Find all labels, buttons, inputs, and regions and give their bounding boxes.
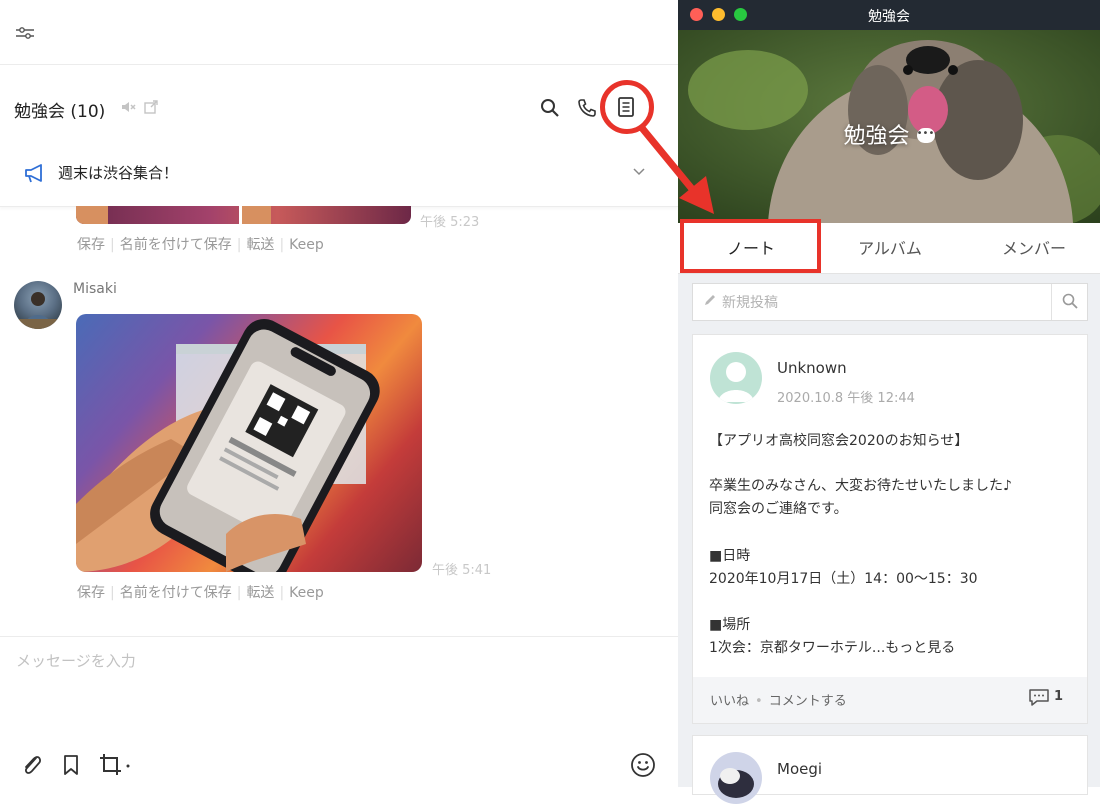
group-name: 勉強会 ••• (678, 118, 1100, 150)
phone-icon[interactable] (576, 97, 598, 119)
note-tab-highlight-box (680, 219, 821, 273)
message-actions: 保存 | 名前を付けて保存 | 転送 | Keep (77, 585, 324, 601)
see-more-link[interactable]: ...もっと見る (872, 640, 955, 656)
search-icon[interactable] (1061, 292, 1079, 310)
message-time: 午後 5:23 (420, 215, 480, 230)
sender-name: Misaki (73, 281, 117, 297)
bookmark-icon[interactable] (61, 754, 81, 776)
chevron-down-icon[interactable] (632, 166, 646, 178)
pencil-icon (705, 295, 715, 305)
post-body-line: 2020年10月17日（土）14：00〜15：30 (709, 571, 978, 587)
post-author[interactable]: Moegi (777, 760, 822, 778)
keep-link[interactable]: Keep (289, 237, 324, 253)
post-body-last-line: 1次会：京都タワーホテル...もっと見る (709, 637, 955, 657)
comment-icon[interactable] (1027, 687, 1051, 707)
post-body-line: 同窓会のご連絡です。 (709, 501, 848, 517)
window-title: 勉強会 (868, 9, 910, 25)
message-input-placeholder[interactable]: メッセージを入力 (16, 650, 136, 671)
message-time: 午後 5:41 (432, 563, 492, 578)
search-icon[interactable] (539, 97, 561, 119)
new-post-placeholder[interactable]: 新規投稿 (722, 292, 778, 312)
external-link-icon[interactable] (143, 99, 159, 115)
mute-icon (122, 102, 136, 112)
avatar[interactable] (14, 281, 62, 329)
avatar[interactable] (710, 352, 762, 404)
forward-link[interactable]: 転送 (246, 585, 274, 601)
notes-highlight-circle (600, 80, 654, 134)
post-body-line: ■日時 (709, 548, 751, 564)
like-link[interactable]: いいね (710, 694, 749, 709)
emoji-icon[interactable] (630, 752, 656, 778)
tab-album[interactable]: アルバム (830, 235, 950, 259)
post-body-line: ■場所 (709, 617, 751, 633)
save-as-link[interactable]: 名前を付けて保存 (120, 237, 232, 253)
crop-icon[interactable] (98, 752, 134, 778)
message-image[interactable] (76, 314, 422, 572)
group-name-text: 勉強会 (843, 124, 910, 149)
save-link[interactable]: 保存 (77, 585, 105, 601)
post-body-line: 卒業生のみなさん、大変お待たせいたしました♪ (709, 478, 1012, 494)
post-body-text: 1次会：京都タワーホテル (709, 640, 872, 656)
keep-link[interactable]: Keep (289, 585, 324, 601)
post-body-line: 【アプリオ高校同窓会2020のお知らせ】 (709, 433, 969, 449)
chat-title: 勉強会 (10) (14, 102, 106, 122)
message-image[interactable] (76, 206, 411, 224)
divider (1051, 284, 1052, 320)
megaphone-icon (25, 164, 42, 183)
save-link[interactable]: 保存 (77, 237, 105, 253)
announcement-text: 週末は渋谷集合！ (58, 164, 179, 182)
avatar[interactable] (710, 752, 762, 804)
comment-link[interactable]: コメントする (769, 694, 847, 709)
chat-top-bar (0, 0, 678, 65)
message-actions: 保存 | 名前を付けて保存 | 転送 | Keep (77, 237, 324, 253)
filter-icon[interactable] (14, 24, 36, 42)
tab-member[interactable]: メンバー (984, 235, 1084, 259)
paperclip-icon[interactable] (20, 752, 44, 778)
chat-bubble-icon[interactable]: ••• (916, 127, 935, 143)
post-author[interactable]: Unknown (777, 359, 847, 377)
forward-link[interactable]: 転送 (246, 237, 274, 253)
post-actions: いいね • コメントする (710, 694, 847, 709)
save-as-link[interactable]: 名前を付けて保存 (120, 585, 232, 601)
comment-count: 1 (1054, 689, 1064, 704)
post-date: 2020.10.8 午後 12:44 (777, 391, 915, 406)
